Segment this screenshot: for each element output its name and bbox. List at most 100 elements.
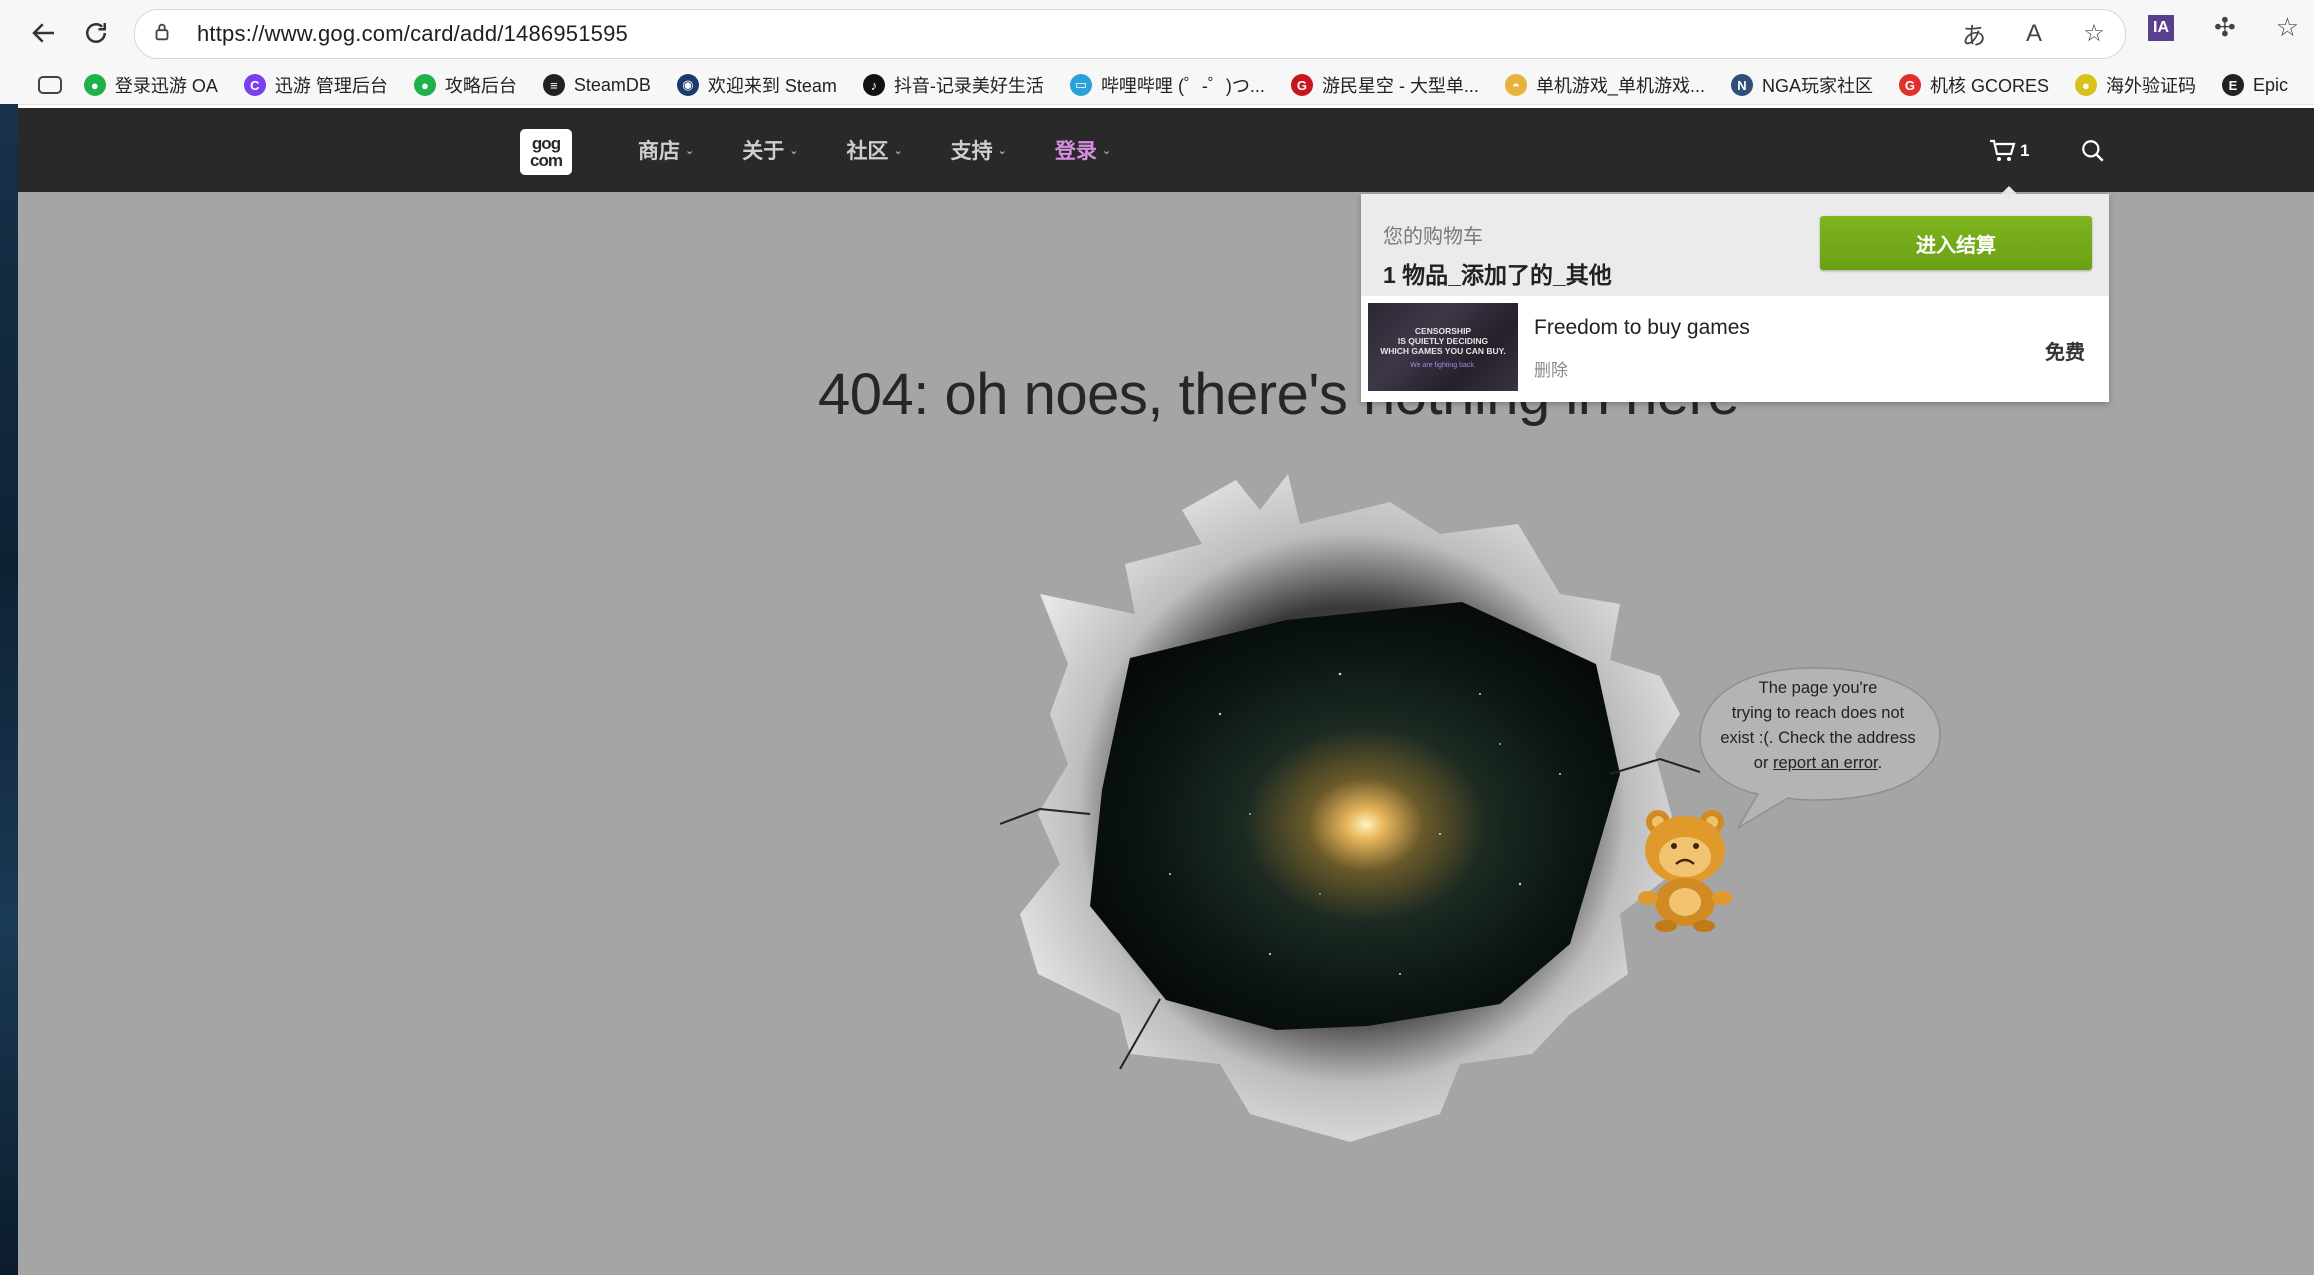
chevron-down-icon: ⌄ <box>893 144 903 157</box>
thumb-text-1: CENSORSHIP <box>1414 325 1472 336</box>
report-error-link[interactable]: report an error <box>1773 754 1878 772</box>
bookmark-label: 机核 GCORES <box>1929 76 2049 96</box>
bookmark-favicon-icon: ♪ <box>862 74 885 96</box>
bookmark-label: 游民星空 - 大型单... <box>1321 76 1479 96</box>
bookmark-item[interactable]: ◓ 单机游戏_单机游戏... <box>1504 72 1705 98</box>
bookmark-item[interactable]: C 迅游 管理后台 <box>243 72 388 98</box>
bookmark-label: 单机游戏_单机游戏... <box>1535 76 1705 96</box>
bubble-line-1: The page you're <box>1758 679 1878 697</box>
thumb-text-2: IS QUIETLY DECIDING <box>1397 335 1489 346</box>
logo-text-top: gog <box>531 134 561 153</box>
bookmark-favicon-icon: ▭ <box>1069 74 1092 96</box>
menu-support-label: 支持 <box>950 140 993 163</box>
bookmark-item[interactable]: ▭ 哔哩哔哩 (゜-゜)つ... <box>1069 72 1265 98</box>
bookmark-label: NGA玩家社区 <box>1761 76 1873 96</box>
bookmark-item[interactable]: ● 海外验证码 <box>2074 72 2196 98</box>
bookmark-item[interactable]: E Epic <box>2221 74 2288 96</box>
thumb-text-4: We are fighting back. <box>1410 361 1476 369</box>
cart-item-price: 免费 <box>2045 342 2085 364</box>
cart-icon <box>1990 139 2016 161</box>
gog-main-menu: 商店 ⌄ 关于 ⌄ 社区 ⌄ 支持 ⌄ 登录 ⌄ <box>638 108 1159 192</box>
bookmark-apps-icon[interactable] <box>38 76 62 94</box>
bookmark-item[interactable]: ≡ SteamDB <box>542 74 651 96</box>
reload-button[interactable] <box>72 9 120 57</box>
torn-hole-illustration <box>999 474 1700 1142</box>
checkout-button[interactable]: 进入结算 <box>1820 216 2092 270</box>
menu-login-label: 登录 <box>1054 140 1097 163</box>
translate-icon[interactable]: あ <box>1959 16 1989 51</box>
bookmark-label: Epic <box>2252 74 2288 95</box>
bookmark-label: 海外验证码 <box>2105 76 2196 96</box>
bookmark-item[interactable]: G 游民星空 - 大型单... <box>1290 72 1479 98</box>
cart-count: 1 <box>2020 141 2030 160</box>
cart-subtitle: 1 物品_添加了的_其他 <box>1383 262 1612 288</box>
menu-about-label: 关于 <box>742 140 785 163</box>
favorites-list-icon[interactable]: ☆ <box>2276 12 2299 43</box>
address-bar[interactable]: https://www.gog.com/card/add/1486951595 … <box>134 9 2126 59</box>
bear-mascot <box>1638 810 1732 932</box>
bookmark-favicon-icon: ● <box>83 74 106 96</box>
menu-community[interactable]: 社区 ⌄ <box>846 135 902 165</box>
cart-title: 您的购物车 <box>1383 226 1483 248</box>
extension-ia-icon[interactable]: IA <box>2148 14 2174 41</box>
bookmark-favicon-icon: G <box>1898 74 1921 96</box>
bookmark-label: 哔哩哔哩 (゜-゜)つ... <box>1100 76 1265 96</box>
cart-button[interactable]: 1 <box>1988 138 2029 164</box>
bubble-line-2: trying to reach does not <box>1731 704 1905 722</box>
thumb-text-3: WHICH GAMES YOU CAN BUY. <box>1380 345 1506 356</box>
bubble-line-4-suffix: . <box>1877 754 1883 772</box>
extensions-puzzle-icon[interactable]: ✣ <box>2214 12 2236 43</box>
chevron-down-icon: ⌄ <box>789 144 799 157</box>
gog-page: gog com 商店 ⌄ 关于 ⌄ 社区 ⌄ 支持 ⌄ 登录 ⌄ 1 404: … <box>18 108 2314 1275</box>
logo-text-bottom: com <box>530 151 563 170</box>
menu-login[interactable]: 登录 ⌄ <box>1055 135 1111 165</box>
bubble-line-4-prefix: or <box>1753 754 1774 772</box>
lock-icon <box>151 21 177 47</box>
menu-store[interactable]: 商店 ⌄ <box>638 135 694 165</box>
bubble-line-4: or report an error. <box>1718 751 1918 776</box>
bookmark-label: 抖音-记录美好生活 <box>893 76 1044 96</box>
back-button[interactable] <box>20 9 68 57</box>
bookmark-item[interactable]: ● 登录迅游 OA <box>83 72 218 98</box>
cart-item-thumbnail[interactable]: CENSORSHIP IS QUIETLY DECIDING WHICH GAM… <box>1368 303 1518 391</box>
back-arrow-icon <box>32 23 54 43</box>
bookmark-item[interactable]: ♪ 抖音-记录美好生活 <box>862 72 1044 98</box>
url-text[interactable]: https://www.gog.com/card/add/1486951595 <box>197 21 628 47</box>
bookmark-favicon-icon: G <box>1290 74 1313 96</box>
gog-header: gog com 商店 ⌄ 关于 ⌄ 社区 ⌄ 支持 ⌄ 登录 ⌄ 1 <box>18 108 2314 192</box>
bookmark-label: 迅游 管理后台 <box>274 76 388 96</box>
menu-store-label: 商店 <box>638 140 680 163</box>
bookmark-item[interactable]: ● 攻略后台 <box>413 72 517 98</box>
bookmark-label: 登录迅游 OA <box>114 76 218 96</box>
bookmark-favicon-icon: ◉ <box>676 74 699 96</box>
bookmarks-bar: ● 登录迅游 OA C 迅游 管理后台 ● 攻略后台 ≡ SteamDB ◉ 欢迎来到 Steam… <box>0 66 2314 105</box>
chevron-down-icon: ⌄ <box>685 144 695 157</box>
bookmark-favicon-icon: N <box>1730 74 1753 96</box>
bookmark-item[interactable]: N NGA玩家社区 <box>1730 72 1873 98</box>
bookmark-favicon-icon: ● <box>2074 74 2097 96</box>
cart-item[interactable]: CENSORSHIP IS QUIETLY DECIDING WHICH GAM… <box>1361 296 2109 402</box>
cart-item-name[interactable]: Freedom to buy games <box>1534 316 1750 340</box>
speech-bubble-text: The page you're trying to reach does not… <box>1718 676 1918 776</box>
bookmark-item[interactable]: ◉ 欢迎来到 Steam <box>676 72 837 98</box>
search-button[interactable] <box>2080 138 2106 169</box>
bookmark-favicon-icon: ◓ <box>1504 74 1527 96</box>
bookmark-label: 欢迎来到 Steam <box>707 76 837 96</box>
chevron-down-icon: ⌄ <box>997 144 1007 157</box>
cart-item-remove[interactable]: 删除 <box>1534 356 1568 381</box>
bookmark-favicon-icon: C <box>243 74 266 96</box>
bookmark-item[interactable]: G 机核 GCORES <box>1898 72 2049 98</box>
menu-support[interactable]: 支持 ⌄ <box>951 135 1007 165</box>
favorite-star-icon[interactable]: ☆ <box>2079 19 2109 48</box>
desktop-edge <box>0 104 18 1275</box>
gog-logo[interactable]: gog com <box>520 129 572 175</box>
bookmark-label: SteamDB <box>573 74 651 95</box>
chevron-down-icon: ⌄ <box>1101 144 1112 157</box>
bookmark-favicon-icon: ≡ <box>542 74 565 96</box>
bookmark-label: 攻略后台 <box>444 76 517 96</box>
read-aloud-icon[interactable]: A <box>2019 20 2049 48</box>
bookmark-favicon-icon: ● <box>413 74 436 96</box>
menu-about[interactable]: 关于 ⌄ <box>742 135 798 165</box>
reload-icon <box>86 23 106 43</box>
cart-dropdown: 您的购物车 1 物品_添加了的_其他 进入结算 CENSORSHIP IS QU… <box>1361 194 2109 402</box>
